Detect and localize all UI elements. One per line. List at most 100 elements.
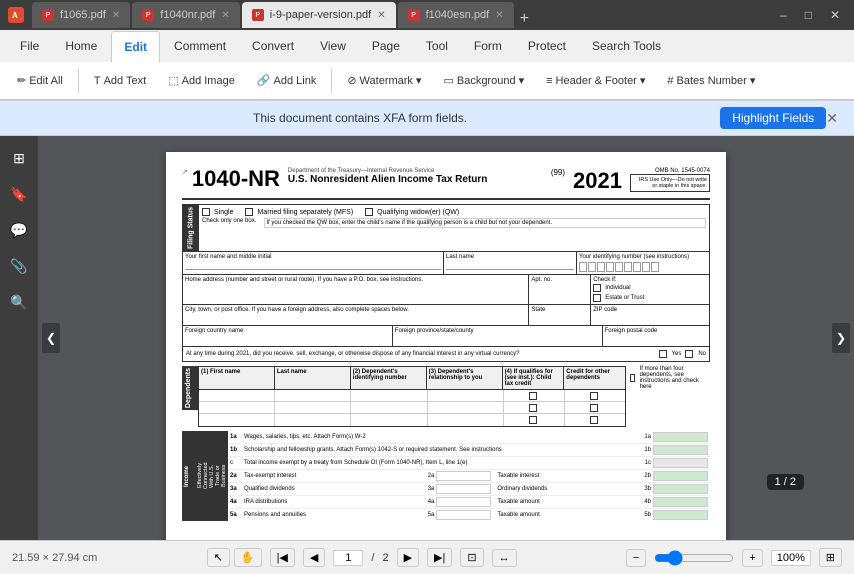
- tab-home[interactable]: Home: [53, 30, 109, 62]
- yes-checkbox[interactable]: [659, 350, 667, 358]
- first-name-field[interactable]: [185, 260, 441, 270]
- income-input-1a[interactable]: [653, 432, 708, 442]
- tab-form[interactable]: Form: [462, 30, 514, 62]
- single-option: Single: [202, 208, 233, 216]
- fit-page-button[interactable]: ⊡: [460, 548, 483, 567]
- row-desc-5b: Taxable amount: [497, 512, 644, 518]
- dep-col4a: (4) If qualifies for (see inst.): Child …: [503, 367, 565, 389]
- income-input-3a[interactable]: [436, 484, 491, 494]
- maximize-button[interactable]: □: [799, 6, 818, 24]
- income-input-1b[interactable]: [653, 445, 708, 455]
- notification-close-button[interactable]: ✕: [826, 110, 838, 127]
- income-input-4a[interactable]: [436, 497, 491, 507]
- add-link-button[interactable]: 🔗 Add Link: [248, 70, 326, 91]
- prev-page-button[interactable]: ❮: [42, 323, 60, 353]
- estate-trust-checkbox[interactable]: [593, 294, 601, 302]
- edit-all-button[interactable]: ✏ Edit All: [8, 70, 72, 91]
- bookmarks-icon[interactable]: 🔖: [5, 180, 33, 208]
- attachments-icon[interactable]: 📎: [5, 252, 33, 280]
- income-input-4b[interactable]: [653, 497, 708, 507]
- tab-close[interactable]: ✕: [112, 10, 120, 21]
- home-address-field[interactable]: [185, 283, 526, 293]
- estate-trust-label: Estate or Trust: [605, 295, 644, 301]
- income-input-3b[interactable]: [653, 484, 708, 494]
- income-input-1c[interactable]: [653, 458, 708, 468]
- tab-edit[interactable]: Edit: [111, 31, 160, 63]
- zoom-in-button[interactable]: +: [742, 549, 762, 567]
- first-page-button[interactable]: |◀: [270, 548, 295, 567]
- qw-checkbox[interactable]: [365, 208, 373, 216]
- id-number-label: Your identifying number (see instruction…: [579, 254, 707, 260]
- single-checkbox[interactable]: [202, 208, 210, 216]
- add-text-button[interactable]: T Add Text: [85, 71, 155, 91]
- tab-close[interactable]: ✕: [495, 10, 503, 21]
- row-desc-4b: Taxable amount: [497, 499, 644, 505]
- income-input-5b[interactable]: [653, 510, 708, 520]
- hand-tool-button[interactable]: ✋: [234, 548, 262, 567]
- cursor-select-button[interactable]: ↖: [207, 548, 230, 567]
- foreign-country-field[interactable]: [185, 334, 390, 344]
- search-icon[interactable]: 🔍: [5, 288, 33, 316]
- last-name-field[interactable]: [446, 260, 574, 270]
- form-prefix: ↗: [182, 168, 188, 176]
- zoom-slider[interactable]: [654, 550, 734, 566]
- virtual-currency-row: At any time during 2021, did you receive…: [182, 347, 710, 362]
- add-link-label: Add Link: [274, 75, 317, 87]
- page-number-input[interactable]: [333, 550, 363, 566]
- tab-close[interactable]: ✕: [377, 10, 385, 21]
- individual-checkbox[interactable]: [593, 284, 601, 292]
- tab-f1040nr[interactable]: P f1040nr.pdf ✕: [132, 2, 239, 28]
- close-button[interactable]: ✕: [824, 6, 846, 24]
- tab-label: f1040esn.pdf: [426, 9, 490, 21]
- income-input-5a[interactable]: [436, 510, 491, 520]
- view-mode-button[interactable]: ⊞: [819, 548, 842, 567]
- watermark-button[interactable]: ⊘ Watermark ▾: [338, 70, 430, 91]
- apt-no-field[interactable]: [531, 283, 588, 293]
- dep-more-checkbox[interactable]: [630, 374, 635, 382]
- row-num-4a: 4a: [230, 499, 244, 505]
- dep-row-3: [199, 414, 625, 426]
- tab-protect[interactable]: Protect: [516, 30, 578, 62]
- state-field[interactable]: [531, 313, 588, 323]
- tab-file[interactable]: File: [8, 30, 51, 62]
- tab-comment[interactable]: Comment: [162, 30, 238, 62]
- tab-tool[interactable]: Tool: [414, 30, 460, 62]
- tab-page[interactable]: Page: [360, 30, 412, 62]
- foreign-province-field[interactable]: [395, 334, 600, 344]
- zip-field[interactable]: [593, 313, 707, 323]
- tab-f1040esn[interactable]: P f1040esn.pdf ✕: [398, 2, 514, 28]
- income-rows: 1a Wages, salaries, tips, etc. Attach Fo…: [228, 431, 710, 521]
- last-page-button[interactable]: ▶|: [427, 548, 452, 567]
- row-num-3a: 3a: [230, 486, 244, 492]
- city-field[interactable]: [185, 313, 526, 323]
- income-input-2b[interactable]: [653, 471, 708, 481]
- tab-i9[interactable]: P i-9-paper-version.pdf ✕: [242, 2, 396, 28]
- income-row-3: 3a Qualified dividends 3a Ordinary divid…: [228, 483, 710, 496]
- tab-convert[interactable]: Convert: [240, 30, 306, 62]
- minimize-button[interactable]: –: [774, 6, 793, 24]
- tab-f1065[interactable]: P f1065.pdf ✕: [32, 2, 130, 28]
- income-input-2a[interactable]: [436, 471, 491, 481]
- zoom-out-button[interactable]: −: [626, 549, 646, 567]
- tab-close[interactable]: ✕: [221, 10, 229, 21]
- tab-search-tools[interactable]: Search Tools: [580, 30, 673, 62]
- prev-page-nav-button[interactable]: ◀: [303, 548, 325, 567]
- add-image-button[interactable]: ⬚ Add Image: [159, 70, 244, 91]
- comments-icon[interactable]: 💬: [5, 216, 33, 244]
- next-page-nav-button[interactable]: ▶: [397, 548, 419, 567]
- new-tab-button[interactable]: +: [516, 10, 533, 28]
- next-page-button[interactable]: ❯: [832, 323, 850, 353]
- tab-view[interactable]: View: [308, 30, 358, 62]
- highlight-fields-button[interactable]: Highlight Fields: [720, 107, 826, 129]
- pages-icon[interactable]: ⊞: [5, 144, 33, 172]
- foreign-postal-field[interactable]: [605, 334, 707, 344]
- dep-col3: (3) Dependent's relationship to you: [427, 367, 503, 389]
- bates-number-button[interactable]: # Bates Number ▾: [658, 70, 764, 91]
- no-checkbox[interactable]: [685, 350, 693, 358]
- header-footer-button[interactable]: ≡ Header & Footer ▾: [537, 70, 654, 91]
- background-button[interactable]: ▭ Background ▾: [434, 70, 533, 91]
- fit-width-button[interactable]: ↔: [492, 549, 517, 567]
- income-row-1a: 1a Wages, salaries, tips, etc. Attach Fo…: [228, 431, 710, 444]
- mfs-checkbox[interactable]: [245, 208, 253, 216]
- zoom-input[interactable]: [771, 550, 811, 566]
